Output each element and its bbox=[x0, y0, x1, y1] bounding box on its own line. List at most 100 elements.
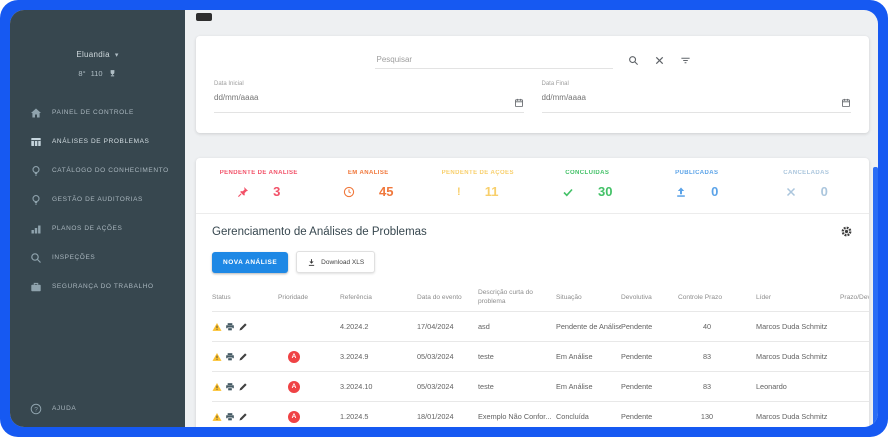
filter-icon[interactable] bbox=[680, 55, 691, 66]
table-row: 4.2024.2 17/04/2024 asd Pendente de Anál… bbox=[212, 312, 869, 342]
summary-card-publicadas[interactable]: PUBLICADAS 0 bbox=[642, 170, 752, 199]
edit-icon[interactable] bbox=[238, 412, 248, 422]
sidebar-item-label: ANÁLISES DE PROBLEMAS bbox=[52, 138, 150, 145]
sidebar-item-planos-de-acoes[interactable]: PLANOS DE AÇÕES bbox=[10, 214, 185, 243]
table-row: A 3.2024.9 05/03/2024 teste Em Análise P… bbox=[212, 342, 869, 372]
status-cell bbox=[212, 322, 278, 332]
warning-icon bbox=[212, 382, 222, 392]
user-rank: 8° bbox=[78, 69, 85, 78]
print-icon[interactable] bbox=[225, 352, 235, 362]
date-start-label: Data Inicial bbox=[214, 81, 524, 87]
sidebar-item-label: AJUDA bbox=[52, 405, 76, 412]
summary-card-pendente-de-acoes[interactable]: PENDENTE DE AÇÕES ! 11 bbox=[423, 170, 533, 199]
situacao-cell: Concluída bbox=[556, 412, 621, 421]
status-cell bbox=[212, 352, 278, 362]
summary-card-em-analise[interactable]: EM ANÁLISE 45 bbox=[314, 170, 424, 199]
sidebar-item-inspecoes[interactable]: INSPEÇÕES bbox=[10, 243, 185, 272]
sidebar-item-label: GESTÃO DE AUDITORIAS bbox=[52, 196, 143, 203]
lider-cell: Leonardo bbox=[756, 382, 840, 391]
print-icon[interactable] bbox=[225, 322, 235, 332]
data-evento-cell: 17/04/2024 bbox=[417, 322, 478, 331]
devolutiva-cell: Pendente bbox=[621, 352, 678, 361]
summary-card-value: 0 bbox=[821, 184, 828, 199]
edit-icon[interactable] bbox=[238, 352, 248, 362]
sidebar-item-seguranca-do-trabalho[interactable]: SEGURANÇA DO TRABALHO bbox=[10, 272, 185, 301]
filter-card: Data Inicial Data Final bbox=[196, 36, 869, 133]
table-row: A 1.2024.5 18/01/2024 Exemplo Não Confor… bbox=[212, 402, 869, 427]
lider-cell: Marcos Duda Schmitz bbox=[756, 412, 840, 421]
print-icon[interactable] bbox=[225, 382, 235, 392]
column-header-prazo-devolutiva: Prazo/Devolutiva bbox=[840, 294, 869, 303]
summary-card-label: CONCLUÍDAS bbox=[533, 170, 643, 176]
new-analysis-button[interactable]: NOVA ANÁLISE bbox=[212, 252, 288, 273]
sidebar-nav: PAINEL DE CONTROLE ANÁLISES DE PROBLEMAS… bbox=[10, 98, 185, 301]
date-end-input[interactable] bbox=[542, 90, 814, 102]
lider-cell: Marcos Duda Schmitz bbox=[756, 352, 840, 361]
priority-cell: A bbox=[278, 411, 340, 423]
referencia-cell: 4.2024.2 bbox=[340, 322, 417, 331]
search-input[interactable] bbox=[375, 51, 613, 69]
lightbulb-icon bbox=[30, 194, 42, 206]
data-evento-cell: 18/01/2024 bbox=[417, 412, 478, 421]
calendar-icon[interactable] bbox=[841, 95, 851, 105]
summary-card-value: 3 bbox=[273, 184, 280, 199]
controle-prazo-cell: 40 bbox=[678, 322, 756, 331]
situacao-cell: Em Análise bbox=[556, 352, 621, 361]
descricao-cell: Exemplo Não Confor... bbox=[478, 412, 556, 421]
download-button-label: Download XLS bbox=[321, 259, 364, 266]
column-header-situacao: Situação bbox=[556, 294, 621, 303]
close-icon bbox=[785, 186, 797, 198]
sidebar-item-ajuda[interactable]: ? AJUDA bbox=[10, 394, 185, 423]
lightbulb-icon bbox=[30, 165, 42, 177]
edit-icon[interactable] bbox=[238, 322, 248, 332]
user-score: 110 bbox=[91, 69, 103, 78]
sidebar-item-painel-de-controle[interactable]: PAINEL DE CONTROLE bbox=[10, 98, 185, 127]
search-icon[interactable] bbox=[628, 55, 639, 66]
date-row: Data Inicial Data Final bbox=[196, 69, 869, 113]
situacao-cell: Em Análise bbox=[556, 382, 621, 391]
sidebar-item-catalogo-do-conhecimento[interactable]: CATÁLOGO DO CONHECIMENTO bbox=[10, 156, 185, 185]
date-end-field: Data Final bbox=[542, 81, 852, 113]
referencia-cell: 1.2024.5 bbox=[340, 412, 417, 421]
gear-icon[interactable] bbox=[840, 225, 853, 238]
download-xls-button[interactable]: Download XLS bbox=[296, 251, 375, 273]
summary-card-value: 45 bbox=[379, 184, 393, 199]
table-row: A 3.2024.10 05/03/2024 teste Em Análise … bbox=[212, 372, 869, 402]
page-title: Gerenciamento de Análises de Problemas bbox=[212, 226, 427, 238]
priority-cell: A bbox=[278, 351, 340, 363]
corner-accent bbox=[196, 13, 212, 21]
column-header-data-do-evento: Data do evento bbox=[417, 294, 478, 303]
status-cell bbox=[212, 382, 278, 392]
clear-icon[interactable] bbox=[654, 55, 665, 66]
descricao-cell: asd bbox=[478, 322, 556, 331]
bar-chart-icon bbox=[30, 223, 42, 235]
calendar-icon[interactable] bbox=[514, 95, 524, 105]
priority-badge: A bbox=[288, 411, 300, 423]
sidebar-item-label: INSPEÇÕES bbox=[52, 254, 95, 261]
sidebar-item-gestao-de-auditorias[interactable]: GESTÃO DE AUDITORIAS bbox=[10, 185, 185, 214]
edit-icon[interactable] bbox=[238, 382, 248, 392]
referencia-cell: 3.2024.9 bbox=[340, 352, 417, 361]
summary-card-concluidas[interactable]: CONCLUÍDAS 30 bbox=[533, 170, 643, 199]
warning-icon bbox=[212, 412, 222, 422]
data-evento-cell: 05/03/2024 bbox=[417, 352, 478, 361]
column-header-referencia: Referência bbox=[340, 294, 417, 303]
check-icon bbox=[562, 186, 574, 198]
user-menu[interactable]: Eluandia▾ bbox=[76, 50, 118, 59]
summary-card-value: 0 bbox=[711, 184, 718, 199]
actions-row: NOVA ANÁLISE Download XLS bbox=[196, 238, 869, 273]
devolutiva-cell: Pendente bbox=[621, 412, 678, 421]
vertical-scrollbar[interactable] bbox=[873, 167, 878, 427]
main-area: Data Inicial Data Final bbox=[185, 10, 878, 427]
sidebar-item-label: CATÁLOGO DO CONHECIMENTO bbox=[52, 167, 169, 174]
priority-badge: A bbox=[288, 351, 300, 363]
sidebar-item-analises-de-problemas[interactable]: ANÁLISES DE PROBLEMAS bbox=[10, 127, 185, 156]
date-start-input[interactable] bbox=[214, 90, 486, 102]
user-name: Eluandia bbox=[76, 50, 110, 59]
print-icon[interactable] bbox=[225, 412, 235, 422]
referencia-cell: 3.2024.10 bbox=[340, 382, 417, 391]
summary-card-pendente-de-analise[interactable]: PENDENTE DE ANÁLISE 3 bbox=[204, 170, 314, 199]
summary-card-canceladas[interactable]: CANCELADAS 0 bbox=[752, 170, 862, 199]
briefcase-icon bbox=[30, 281, 42, 293]
priority-badge: A bbox=[288, 381, 300, 393]
